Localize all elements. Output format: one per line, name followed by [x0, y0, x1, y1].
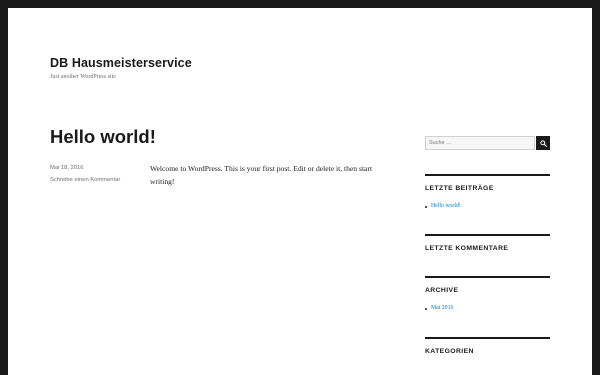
post-title[interactable]: Hello world! — [50, 126, 156, 148]
search-form — [425, 136, 550, 150]
search-button[interactable] — [536, 136, 550, 150]
leave-comment-link[interactable]: Schreibe einen Kommentar — [50, 177, 120, 183]
search-input[interactable] — [425, 136, 535, 150]
widget-divider — [425, 234, 550, 236]
post-content: Welcome to WordPress. This is your first… — [150, 164, 373, 186]
recent-comments-title: LETZTE KOMMENTARE — [425, 245, 509, 252]
widget-divider — [425, 174, 550, 176]
archive-title: ARCHIVE — [425, 287, 459, 294]
site-title[interactable]: DB Hausmeisterservice — [50, 56, 192, 70]
search-icon — [539, 139, 547, 147]
list-bullet — [425, 206, 427, 208]
categories-title: KATEGORIEN — [425, 348, 474, 355]
page: DB Hausmeisterservice Just another WordP… — [8, 8, 592, 375]
recent-post-link[interactable]: Hello world! — [431, 203, 461, 209]
site-description: Just another WordPress site — [50, 74, 116, 80]
widget-divider — [425, 337, 550, 339]
list-bullet — [425, 308, 427, 310]
widget-divider — [425, 276, 550, 278]
post-date[interactable]: Mai 18, 2016 — [50, 165, 84, 171]
recent-posts-title: LETZTE BEITRÄGE — [425, 185, 494, 192]
archive-link[interactable]: Mai 2016 — [431, 305, 453, 311]
